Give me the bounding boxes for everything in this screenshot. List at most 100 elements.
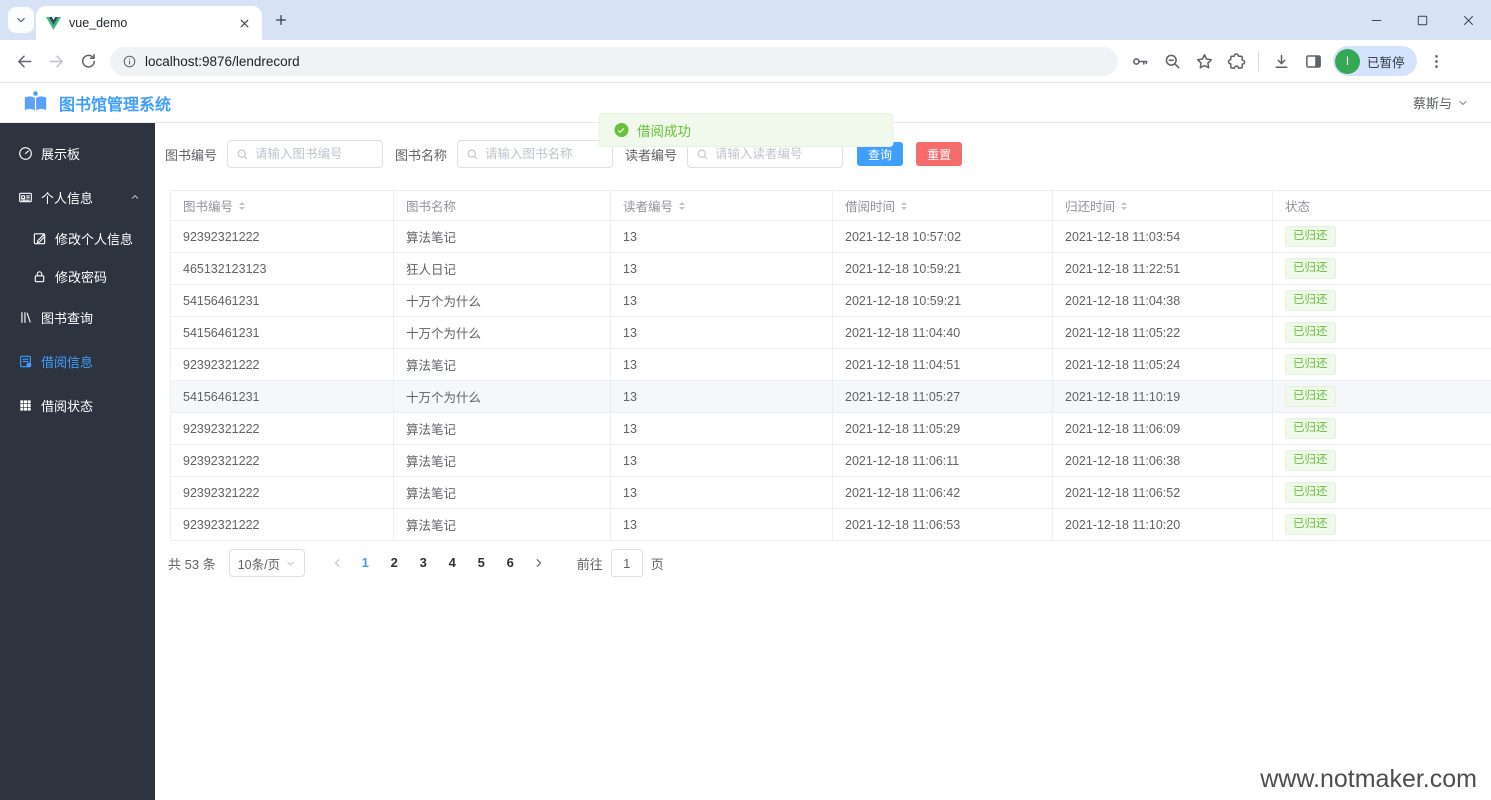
cell-book-id: 465132123123: [171, 253, 394, 285]
reader-id-input[interactable]: [715, 147, 835, 161]
vue-logo-icon: [46, 16, 61, 30]
new-tab-button[interactable]: [268, 7, 294, 33]
cell-borrow-time: 2021-12-18 11:06:42: [833, 477, 1053, 509]
tab-strip: vue_demo: [0, 0, 1491, 40]
lock-icon: [32, 269, 47, 284]
status-badge: 已归还: [1285, 450, 1336, 471]
book-id-input[interactable]: [255, 147, 375, 161]
sidebar-item-dashboard[interactable]: 展示板: [0, 131, 155, 175]
sidebar-item-label: 展示板: [41, 146, 81, 162]
cell-status: 已归还: [1273, 285, 1491, 317]
sort-icon[interactable]: [901, 199, 908, 213]
profile-status: 已暂停: [1367, 55, 1405, 70]
cell-return-time: 2021-12-18 11:06:52: [1053, 477, 1273, 509]
sort-icon[interactable]: [679, 199, 686, 213]
cell-book-id: 92392321222: [171, 509, 394, 541]
book-name-input[interactable]: [485, 147, 605, 161]
page-button-6[interactable]: 6: [500, 549, 520, 577]
extensions-icon[interactable]: [1220, 45, 1252, 77]
column-header-3[interactable]: 借阅时间: [833, 191, 1053, 221]
column-label: 归还时间: [1065, 200, 1116, 214]
browser-tab[interactable]: vue_demo: [36, 6, 262, 40]
tab-close-icon[interactable]: [237, 16, 252, 31]
cell-reader-id: 13: [611, 381, 833, 413]
cell-book-name: 算法笔记: [394, 509, 611, 541]
cell-return-time: 2021-12-18 11:03:54: [1053, 221, 1273, 253]
sidebar-item-label: 借阅状态: [41, 398, 94, 414]
column-label: 图书编号: [183, 200, 234, 214]
table-row[interactable]: 92392321222 算法笔记 13 2021-12-18 11:06:42 …: [171, 477, 1491, 509]
cell-reader-id: 13: [611, 413, 833, 445]
table-row[interactable]: 54156461231 十万个为什么 13 2021-12-18 10:59:2…: [171, 285, 1491, 317]
page-button-5[interactable]: 5: [471, 549, 491, 577]
site-info-icon[interactable]: [122, 54, 137, 69]
downloads-icon[interactable]: [1265, 45, 1297, 77]
column-label: 借阅时间: [845, 200, 896, 214]
menu-dots-icon[interactable]: [1421, 45, 1453, 77]
page-size-select[interactable]: 10条/页: [228, 549, 305, 577]
page-button-4[interactable]: 4: [442, 549, 462, 577]
pagination: 共 53 条 10条/页 1 2 3 4 5 6 前往 页: [168, 549, 1491, 577]
side-panel-icon[interactable]: [1297, 45, 1329, 77]
cell-book-id: 92392321222: [171, 349, 394, 381]
prev-page-button[interactable]: [325, 549, 349, 577]
total-count: 共 53 条: [168, 556, 216, 572]
page-button-3[interactable]: 3: [413, 549, 433, 577]
sort-icon[interactable]: [239, 199, 246, 213]
reload-button[interactable]: [72, 45, 104, 77]
page-button-1[interactable]: 1: [355, 549, 375, 577]
success-check-icon: [614, 123, 628, 137]
table-row[interactable]: 54156461231 十万个为什么 13 2021-12-18 11:04:4…: [171, 317, 1491, 349]
table-row[interactable]: 92392321222 算法笔记 13 2021-12-18 11:04:51 …: [171, 349, 1491, 381]
password-key-icon[interactable]: [1124, 45, 1156, 77]
table-row[interactable]: 54156461231 十万个为什么 13 2021-12-18 11:05:2…: [171, 381, 1491, 413]
sort-icon[interactable]: [1121, 199, 1128, 213]
column-header-0[interactable]: 图书编号: [171, 191, 394, 221]
table-row[interactable]: 92392321222 算法笔记 13 2021-12-18 10:57:02 …: [171, 221, 1491, 253]
column-header-4[interactable]: 归还时间: [1053, 191, 1273, 221]
column-header-2[interactable]: 读者编号: [611, 191, 833, 221]
cell-borrow-time: 2021-12-18 10:59:21: [833, 253, 1053, 285]
url-bar[interactable]: localhost:9876/lendrecord: [110, 46, 1118, 76]
cell-borrow-time: 2021-12-18 11:04:51: [833, 349, 1053, 381]
sidebar-item-lend-info[interactable]: 借阅信息: [0, 339, 155, 383]
user-menu[interactable]: 蔡斯与: [1413, 93, 1469, 112]
zoom-icon[interactable]: [1156, 45, 1188, 77]
forward-button[interactable]: [40, 45, 72, 77]
cell-borrow-time: 2021-12-18 11:06:53: [833, 509, 1053, 541]
cell-return-time: 2021-12-18 11:05:24: [1053, 349, 1273, 381]
profile-button[interactable]: l 已暂停: [1333, 46, 1417, 76]
cell-status: 已归还: [1273, 413, 1491, 445]
page-button-2[interactable]: 2: [384, 549, 404, 577]
back-button[interactable]: [8, 45, 40, 77]
books-icon: [18, 310, 33, 325]
cell-reader-id: 13: [611, 285, 833, 317]
library-app: 图书馆管理系统 蔡斯与 展示板 个人信息 修改个人信息 修改密码 图书查询 借阅…: [0, 83, 1491, 800]
bookmark-star-icon[interactable]: [1188, 45, 1220, 77]
sidebar-item-personal-info[interactable]: 个人信息: [0, 175, 155, 219]
tab-search-button[interactable]: [8, 7, 34, 33]
table-row[interactable]: 92392321222 算法笔记 13 2021-12-18 11:05:29 …: [171, 413, 1491, 445]
cell-status: 已归还: [1273, 509, 1491, 541]
table-row[interactable]: 92392321222 算法笔记 13 2021-12-18 11:06:53 …: [171, 509, 1491, 541]
table-row[interactable]: 465132123123 狂人日记 13 2021-12-18 10:59:21…: [171, 253, 1491, 285]
sidebar-item-edit-personal-info[interactable]: 修改个人信息: [0, 219, 155, 257]
next-page-button[interactable]: [527, 549, 551, 577]
cell-book-id: 54156461231: [171, 317, 394, 349]
window-minimize-button[interactable]: [1353, 0, 1399, 40]
window-close-button[interactable]: [1445, 0, 1491, 40]
sidebar-item-change-password[interactable]: 修改密码: [0, 257, 155, 295]
goto-page-input[interactable]: [610, 549, 643, 577]
table-row[interactable]: 92392321222 算法笔记 13 2021-12-18 11:06:11 …: [171, 445, 1491, 477]
column-label: 图书名称: [406, 200, 457, 214]
cell-borrow-time: 2021-12-18 11:05:27: [833, 381, 1053, 413]
reset-button[interactable]: 重置: [916, 142, 963, 166]
cell-book-name: 十万个为什么: [394, 381, 611, 413]
book-id-label: 图书编号: [165, 147, 218, 163]
window-maximize-button[interactable]: [1399, 0, 1445, 40]
cell-book-name: 狂人日记: [394, 253, 611, 285]
cell-return-time: 2021-12-18 11:05:22: [1053, 317, 1273, 349]
sidebar-item-lend-status[interactable]: 借阅状态: [0, 383, 155, 427]
sidebar-item-book-search[interactable]: 图书查询: [0, 295, 155, 339]
cell-book-id: 92392321222: [171, 477, 394, 509]
